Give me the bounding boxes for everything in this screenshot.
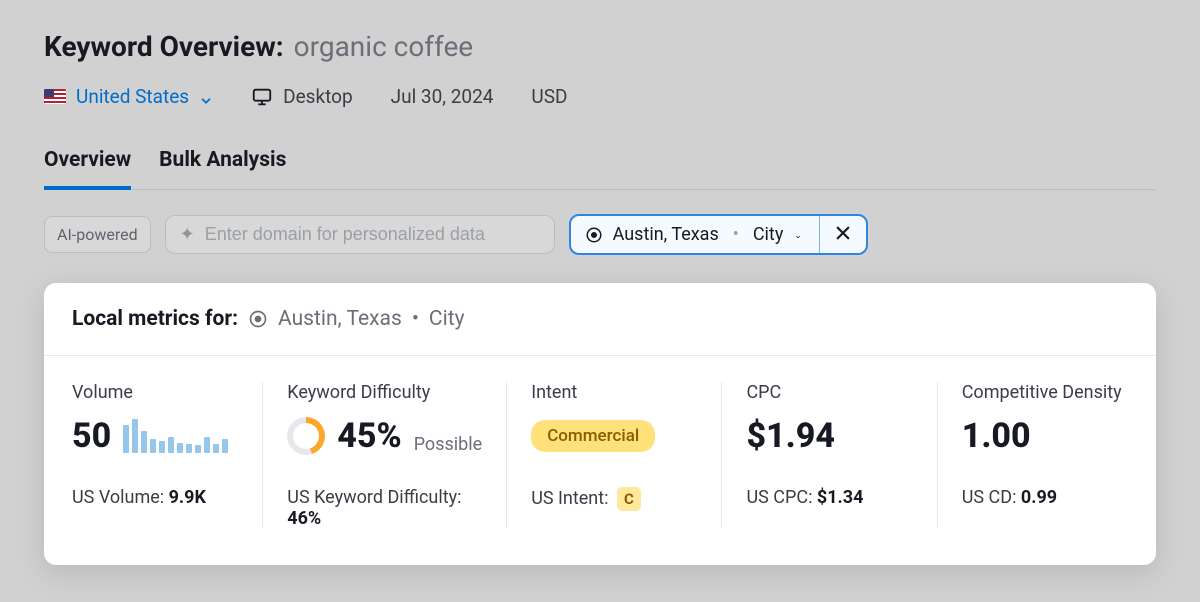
kd-donut-icon	[287, 417, 325, 455]
card-header-label: Local metrics for:	[72, 307, 238, 331]
chevron-down-icon	[793, 228, 807, 242]
us-intent-badge: C	[617, 487, 641, 511]
tab-overview[interactable]: Overview	[44, 148, 131, 190]
metrics-row: Volume 50 US Volume: 9.9K Keyword Diffic…	[44, 356, 1156, 565]
us-cd-value: 0.99	[1021, 487, 1057, 508]
title-prefix: Keyword Overview:	[44, 30, 284, 63]
kd-value: 45%	[337, 419, 401, 453]
chevron-down-icon	[199, 90, 213, 104]
location-selector[interactable]: Austin, Texas • City	[571, 217, 820, 252]
metric-title: Competitive Density	[962, 382, 1128, 403]
filters-bar: United States Desktop Jul 30, 2024 USD	[44, 85, 1156, 108]
card-location-name: Austin, Texas	[278, 307, 402, 331]
country-label: United States	[76, 85, 189, 108]
device-label: Desktop	[283, 85, 353, 108]
us-intent-label: US Intent:	[531, 488, 608, 509]
location-name: Austin, Texas	[613, 224, 719, 245]
metric-footer: US CPC: $1.34	[746, 487, 912, 508]
volume-value: 50	[72, 419, 111, 453]
volume-trend-sparkline	[123, 419, 228, 453]
domain-input-wrapper[interactable]: ✦	[165, 215, 555, 254]
page-title: Keyword Overview: organic coffee	[44, 30, 1156, 63]
search-row: AI-powered ✦ Austin, Texas • City	[44, 214, 1156, 255]
date-filter[interactable]: Jul 30, 2024	[391, 85, 494, 108]
us-cd-label: US CD:	[962, 487, 1017, 508]
location-type: City	[753, 224, 784, 245]
domain-input[interactable]	[205, 224, 540, 245]
metric-title: Keyword Difficulty	[287, 382, 482, 403]
sparkle-icon: ✦	[180, 224, 195, 245]
metric-intent: Intent Commercial US Intent: C	[506, 382, 721, 529]
tab-bulk-analysis[interactable]: Bulk Analysis	[159, 148, 286, 189]
us-volume-value: 9.9K	[169, 487, 206, 508]
us-cpc-value: $1.34	[817, 487, 864, 508]
metric-volume: Volume 50 US Volume: 9.9K	[72, 382, 262, 529]
us-flag-icon	[44, 89, 66, 104]
metric-title: Intent	[531, 382, 697, 403]
currency-filter[interactable]: USD	[531, 85, 567, 108]
ai-powered-badge: AI-powered	[44, 216, 151, 253]
desktop-icon	[251, 86, 273, 108]
metric-cpc: CPC $1.94 US CPC: $1.34	[721, 382, 936, 529]
country-selector[interactable]: United States	[44, 85, 213, 108]
kd-qualifier: Possible	[414, 434, 483, 455]
metric-keyword-difficulty: Keyword Difficulty 45% Possible US Keywo…	[262, 382, 506, 529]
card-location-type: City	[429, 307, 465, 331]
local-metrics-card: Local metrics for: Austin, Texas • City …	[44, 283, 1156, 565]
us-kd-value: 46%	[287, 508, 321, 529]
us-cpc-label: US CPC:	[746, 487, 812, 508]
device-selector[interactable]: Desktop	[251, 85, 353, 108]
metric-competitive-density: Competitive Density 1.00 US CD: 0.99	[937, 382, 1128, 529]
dot-separator: •	[412, 307, 419, 331]
metric-footer: US Intent: C	[531, 487, 697, 511]
metric-title: Volume	[72, 382, 238, 403]
intent-badge: Commercial	[531, 420, 655, 452]
dot-separator: •	[729, 224, 743, 245]
metric-footer: US Volume: 9.9K	[72, 487, 238, 508]
clear-location-button[interactable]	[820, 216, 866, 253]
title-keyword: organic coffee	[294, 30, 473, 63]
metric-footer: US Keyword Difficulty: 46%	[287, 487, 482, 529]
cd-value: 1.00	[962, 419, 1031, 453]
cpc-value: $1.94	[746, 419, 835, 453]
location-pin-icon	[248, 309, 268, 329]
tabs-bar: Overview Bulk Analysis	[44, 148, 1156, 190]
metric-title: CPC	[746, 382, 912, 403]
location-pin-icon	[585, 226, 603, 244]
us-volume-label: US Volume:	[72, 487, 164, 508]
metric-footer: US CD: 0.99	[962, 487, 1128, 508]
card-header: Local metrics for: Austin, Texas • City	[44, 283, 1156, 356]
location-filter-pill: Austin, Texas • City	[569, 214, 869, 255]
us-kd-label: US Keyword Difficulty:	[287, 487, 461, 508]
